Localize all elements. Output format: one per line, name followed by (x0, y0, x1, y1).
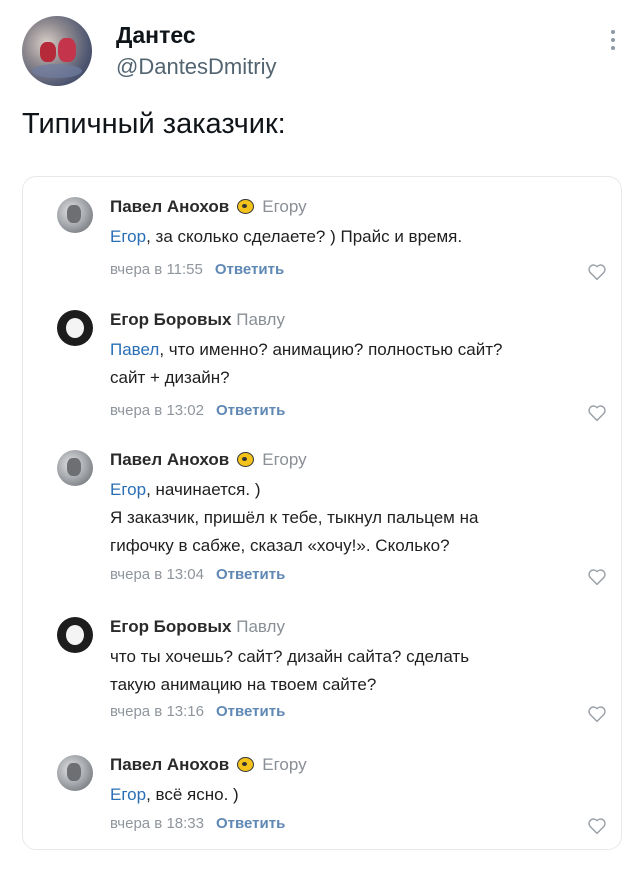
comment-time: вчера в 18:33 (110, 815, 204, 832)
comment-time: вчера в 13:02 (110, 402, 204, 419)
reply-button: Ответить (214, 261, 285, 278)
comment-reply-to: Павлу (236, 617, 285, 636)
avatar[interactable] (22, 16, 92, 86)
comment: Егор Боровых Павлу Павел, что именно? ан… (23, 310, 621, 430)
comment-text: Егор, начинается. ) Я заказчик, пришёл к… (110, 480, 479, 555)
author-handle[interactable]: @DantesDmitriy (116, 54, 276, 80)
avatar (57, 310, 93, 346)
author-name[interactable]: Дантес (116, 22, 196, 49)
comment-time: вчера в 13:16 (110, 703, 204, 720)
comment-meta: вчера в 13:04 Ответить (110, 566, 285, 583)
embedded-screenshot: Павел Анохов Егору Егор, за сколько сдела… (22, 176, 622, 850)
emoji-icon (237, 199, 255, 214)
comment-header: Павел Анохов Егору (110, 197, 307, 217)
mention-link: Егор (110, 480, 147, 499)
avatar (57, 450, 93, 486)
comment-author: Егор Боровых (110, 617, 232, 636)
heart-icon (588, 818, 606, 835)
comment: Павел Анохов Егору Егор, всё ясно. ) вчер… (23, 755, 621, 845)
comment-reply-to: Павлу (236, 310, 285, 329)
emoji-icon (237, 757, 255, 772)
comment-meta: вчера в 13:16 Ответить (110, 703, 285, 720)
comment-text: Павел, что именно? анимацию? полностью с… (110, 340, 503, 387)
reply-button: Ответить (215, 703, 286, 720)
heart-icon (588, 569, 606, 586)
comment-text: Егор, всё ясно. ) (110, 785, 239, 804)
mention-link: Павел (110, 340, 160, 359)
heart-icon (588, 264, 606, 281)
avatar (57, 755, 93, 791)
reply-button: Ответить (215, 402, 286, 419)
comment-time: вчера в 11:55 (110, 261, 203, 278)
emoji-icon (237, 452, 255, 467)
comment-reply-to: Егору (262, 450, 307, 469)
comment-reply-to: Егору (262, 755, 307, 774)
more-options-icon[interactable] (610, 30, 616, 54)
reply-button: Ответить (215, 815, 286, 832)
mention-link: Егор (110, 227, 147, 246)
tweet-header: Дантес @DantesDmitriy (22, 16, 622, 86)
comment-header: Павел Анохов Егору (110, 450, 307, 470)
comment-header: Павел Анохов Егору (110, 755, 307, 775)
comment-author: Павел Анохов (110, 755, 230, 774)
comment-time: вчера в 13:04 (110, 566, 204, 583)
comment-reply-to: Егору (262, 197, 307, 216)
comment-meta: вчера в 13:02 Ответить (110, 402, 285, 419)
tweet-text: Типичный заказчик: (22, 108, 286, 140)
comment: Егор Боровых Павлу что ты хочешь? сайт? … (23, 617, 621, 737)
reply-button: Ответить (215, 566, 286, 583)
comment-author: Егор Боровых (110, 310, 232, 329)
comment-text: Егор, за сколько сделаете? ) Прайс и вре… (110, 227, 463, 246)
avatar (57, 197, 93, 233)
mention-link: Егор (110, 785, 147, 804)
comment-header: Егор Боровых Павлу (110, 617, 285, 637)
heart-icon (588, 405, 606, 422)
comment-text: что ты хочешь? сайт? дизайн сайта? сдела… (110, 647, 470, 694)
comment-author: Павел Анохов (110, 197, 230, 216)
avatar (57, 617, 93, 653)
heart-icon (588, 706, 606, 723)
comment-author: Павел Анохов (110, 450, 230, 469)
comment-meta: вчера в 18:33 Ответить (110, 815, 285, 832)
comment: Павел Анохов Егору Егор, начинается. ) Я … (23, 450, 621, 590)
comment-header: Егор Боровых Павлу (110, 310, 285, 330)
comment-meta: вчера в 11:55 Ответить (110, 261, 284, 278)
comment: Павел Анохов Егору Егор, за сколько сдела… (23, 197, 621, 297)
